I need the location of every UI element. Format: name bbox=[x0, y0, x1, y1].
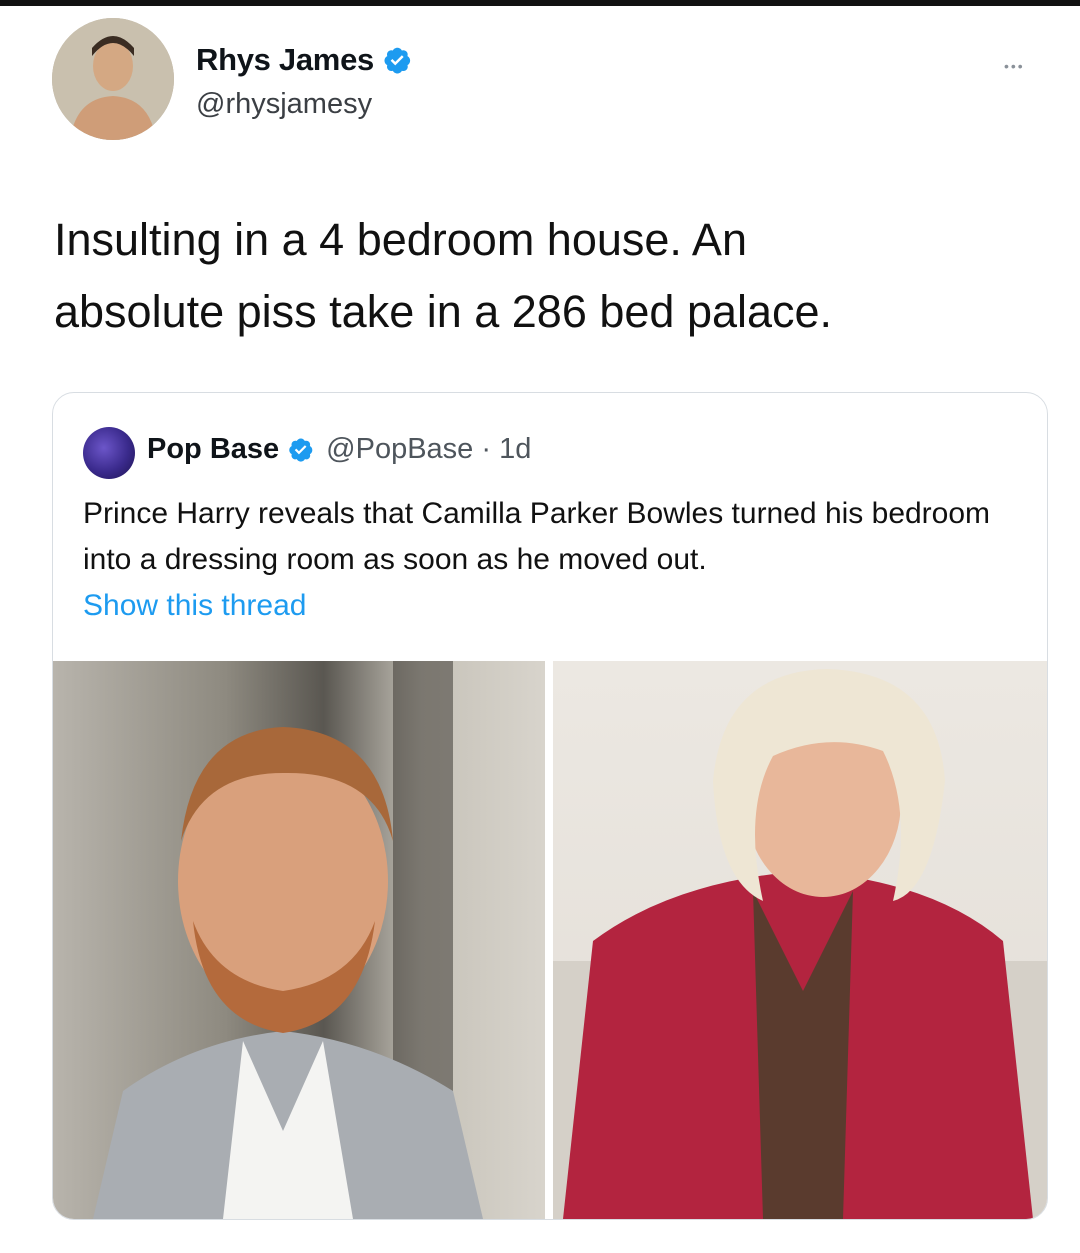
tweet-text: Insulting in a 4 bedroom house. An absol… bbox=[54, 214, 833, 337]
show-thread-link[interactable]: Show this thread bbox=[83, 589, 306, 623]
verified-badge-icon bbox=[289, 438, 313, 462]
quoted-handle-time[interactable]: @PopBase · 1d bbox=[326, 433, 531, 466]
quoted-avatar[interactable] bbox=[83, 427, 135, 479]
author-avatar[interactable] bbox=[52, 18, 174, 140]
photo-right-image bbox=[553, 669, 1047, 1219]
quoted-tweet-card[interactable]: Pop Base @PopBase · 1d Prince Harry reve… bbox=[52, 392, 1048, 1220]
quoted-media[interactable] bbox=[53, 661, 1047, 1219]
author-name-row: Rhys James bbox=[196, 42, 412, 78]
photo-woman-red-jacket[interactable] bbox=[553, 661, 1047, 1219]
author-handle[interactable]: @rhysjamesy bbox=[196, 88, 372, 121]
photo-man-grey-jacket[interactable] bbox=[53, 661, 545, 1219]
verified-badge-icon bbox=[384, 47, 411, 74]
avatar-image bbox=[52, 18, 174, 140]
more-options-icon[interactable]: ••• bbox=[1004, 58, 1025, 74]
photo-left-image bbox=[93, 661, 483, 1219]
quoted-text: Prince Harry reveals that Camilla Parker… bbox=[83, 497, 991, 576]
quoted-header: Pop Base @PopBase · 1d bbox=[147, 433, 531, 466]
quoted-name[interactable]: Pop Base bbox=[147, 433, 279, 466]
top-border-line bbox=[0, 0, 1080, 6]
author-name[interactable]: Rhys James bbox=[196, 42, 374, 78]
